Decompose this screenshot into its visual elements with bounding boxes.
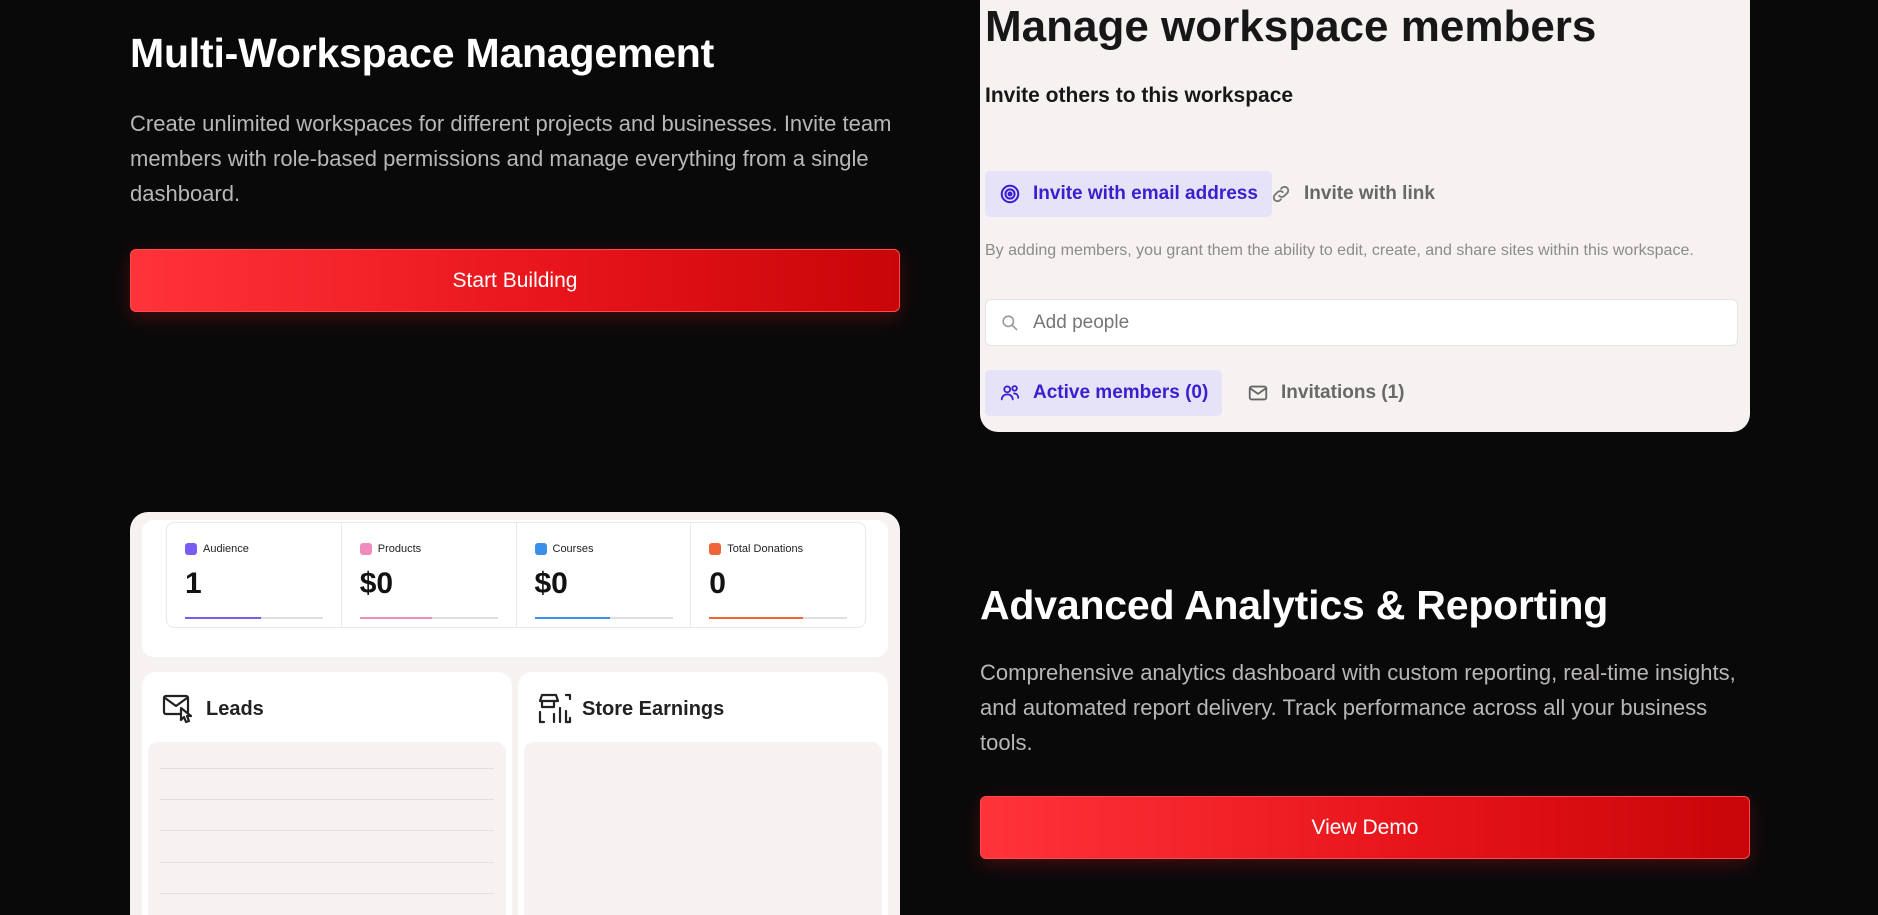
search-icon <box>1002 315 1018 331</box>
leads-card[interactable]: Leads <box>142 672 512 915</box>
tab-label: Invite with link <box>1304 183 1435 204</box>
stat-value: 1 <box>185 567 202 600</box>
products-icon <box>359 543 372 555</box>
users-icon <box>1000 385 1020 401</box>
stat-products: Products $0 <box>342 523 517 627</box>
tab-active-members[interactable]: Active members (0) <box>985 370 1223 416</box>
stat-audience: Audience 1 <box>167 523 342 627</box>
mail-cursor-icon <box>162 694 193 724</box>
workspace-members-panel: Manage workspace members Invite others t… <box>980 0 1750 432</box>
donations-icon <box>709 543 722 555</box>
stats-container: Audience 1 Products $0 Courses $0 Total … <box>142 520 888 657</box>
panel-subtitle: Invite others to this workspace <box>985 84 1294 107</box>
stat-value: 0 <box>709 567 726 600</box>
tab-label: Active members (0) <box>1033 382 1209 403</box>
invite-note: By adding members, you grant them the ab… <box>985 242 1694 259</box>
stat-progress <box>185 617 323 619</box>
start-building-button[interactable]: Start Building <box>130 249 900 312</box>
tab-label: Invitations (1) <box>1281 382 1405 403</box>
mail-icon <box>1248 385 1268 401</box>
stat-total-donations: Total Donations 0 <box>691 523 865 627</box>
panel-title: Manage workspace members <box>985 2 1597 51</box>
feature-title: Multi-Workspace Management <box>130 30 715 76</box>
courses-icon <box>534 543 547 555</box>
stat-progress <box>359 617 498 619</box>
view-demo-button[interactable]: View Demo <box>980 796 1750 859</box>
store-earnings-card[interactable]: Store Earnings <box>518 672 888 915</box>
card-title: Leads <box>206 697 264 720</box>
store-chart-icon <box>538 693 572 724</box>
audience-icon <box>185 543 197 555</box>
feature-title: Advanced Analytics & Reporting <box>980 582 1609 628</box>
feature-workspace-section: Multi-Workspace Management Create unlimi… <box>130 28 900 312</box>
stats-row: Audience 1 Products $0 Courses $0 Total … <box>166 522 866 628</box>
store-earnings-chart <box>524 742 882 915</box>
tab-invitations[interactable]: Invitations (1) <box>1233 370 1419 416</box>
tab-invite-link[interactable]: Invite with link <box>1256 171 1449 217</box>
stat-value: $0 <box>534 567 568 600</box>
add-people-input[interactable] <box>1033 311 1683 334</box>
feature-description: Comprehensive analytics dashboard with c… <box>980 660 1736 755</box>
feature-analytics-section: Advanced Analytics & Reporting Comprehen… <box>980 580 1750 859</box>
dashboard-preview: Audience 1 Products $0 Courses $0 Total … <box>130 512 900 915</box>
at-sign-icon <box>1000 184 1020 204</box>
stat-progress <box>534 617 673 619</box>
card-title: Store Earnings <box>582 697 725 720</box>
link-icon <box>1272 185 1290 203</box>
tab-invite-email[interactable]: Invite with email address <box>985 171 1272 217</box>
feature-description: Create unlimited workspaces for differen… <box>130 111 892 206</box>
leads-list <box>148 742 506 915</box>
add-people-field[interactable] <box>985 299 1738 346</box>
stat-value: $0 <box>359 567 394 600</box>
stat-progress <box>709 617 848 619</box>
stat-courses: Courses $0 <box>517 523 692 627</box>
tab-label: Invite with email address <box>1033 183 1258 204</box>
